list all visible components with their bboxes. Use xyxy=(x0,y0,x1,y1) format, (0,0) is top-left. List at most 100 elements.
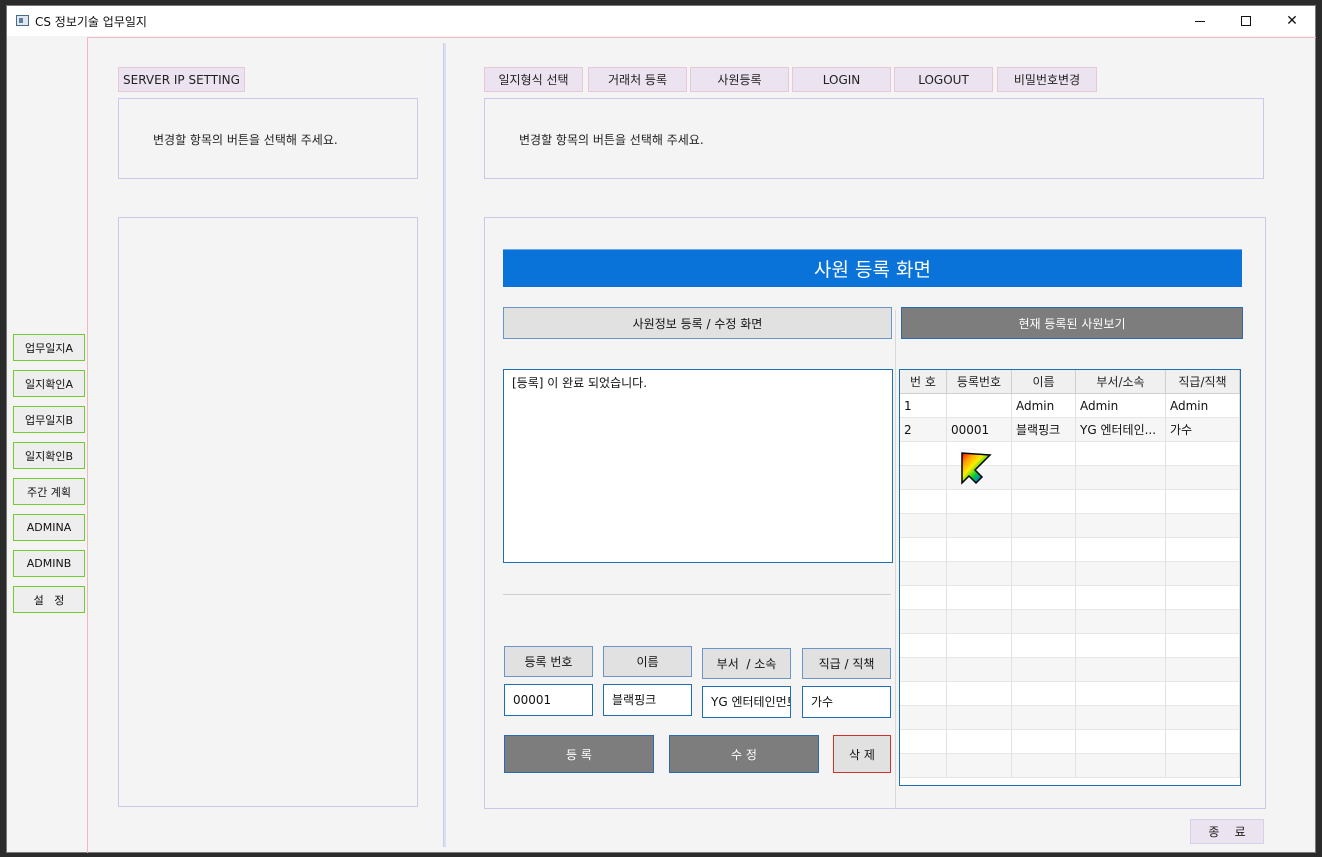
table-cell xyxy=(947,562,1012,585)
form-divider xyxy=(503,594,891,595)
table-cell xyxy=(1076,610,1166,633)
table-row[interactable] xyxy=(900,586,1240,610)
table-cell xyxy=(1076,634,1166,657)
sidebar-item-worklog-a[interactable]: 업무일지A xyxy=(13,334,85,361)
tab-employee-edit[interactable]: 사원정보 등록 / 수정 화면 xyxy=(503,307,892,339)
table-cell xyxy=(900,634,947,657)
table-cell xyxy=(1012,754,1076,777)
delete-button[interactable]: 삭 제 xyxy=(833,735,891,773)
left-empty-panel xyxy=(118,217,418,807)
table-row[interactable] xyxy=(900,490,1240,514)
table-row[interactable] xyxy=(900,562,1240,586)
menu-employee-register[interactable]: 사원등록 xyxy=(690,67,789,92)
table-cell xyxy=(1012,586,1076,609)
left-hint-text: 변경할 항목의 버튼을 선택해 주세요. xyxy=(153,133,338,147)
grid-col-name[interactable]: 이름 xyxy=(1012,370,1076,393)
table-cell xyxy=(1076,538,1166,561)
message-area[interactable]: [등록] 이 완료 되었습니다. xyxy=(503,369,893,563)
right-hint-text: 변경할 항목의 버튼을 선택해 주세요. xyxy=(519,133,704,147)
sidebar-item-worklog-b[interactable]: 업무일지B xyxy=(13,406,85,433)
table-cell xyxy=(1166,610,1240,633)
employee-banner: 사원 등록 화면 xyxy=(503,249,1242,287)
table-cell xyxy=(1076,706,1166,729)
table-cell: 1 xyxy=(900,394,947,417)
table-cell xyxy=(900,490,947,513)
title-bar[interactable]: CS 정보기술 업무일지 ✕ xyxy=(7,6,1315,36)
table-cell xyxy=(1166,682,1240,705)
register-button[interactable]: 등 록 xyxy=(504,735,654,773)
table-cell xyxy=(1076,586,1166,609)
table-cell: Admin xyxy=(1076,394,1166,417)
table-row[interactable] xyxy=(900,706,1240,730)
table-row[interactable] xyxy=(900,730,1240,754)
table-row[interactable] xyxy=(900,538,1240,562)
grid-col-dept[interactable]: 부서/소속 xyxy=(1076,370,1166,393)
maximize-button[interactable] xyxy=(1223,6,1269,36)
table-cell xyxy=(900,562,947,585)
modify-button[interactable]: 수 정 xyxy=(669,735,819,773)
tab-employee-view[interactable]: 현재 등록된 사원보기 xyxy=(901,307,1243,339)
table-cell xyxy=(1012,514,1076,537)
table-row[interactable] xyxy=(900,658,1240,682)
sidebar-item-logcheck-b[interactable]: 일지확인B xyxy=(13,442,85,469)
table-cell xyxy=(900,754,947,777)
exit-button[interactable]: 종 료 xyxy=(1190,819,1264,844)
table-cell xyxy=(1166,466,1240,489)
menu-client-register[interactable]: 거래처 등록 xyxy=(588,67,687,92)
sidebar-item-admina[interactable]: ADMINA xyxy=(13,514,85,541)
table-row[interactable] xyxy=(900,610,1240,634)
table-cell xyxy=(1012,538,1076,561)
table-cell: Admin xyxy=(1012,394,1076,417)
table-cell xyxy=(900,682,947,705)
employee-grid[interactable]: 번 호 등록번호 이름 부서/소속 직급/직책 1 Admin Admin Admin… xyxy=(899,369,1241,786)
menu-change-password[interactable]: 비밀번호변경 xyxy=(997,67,1097,92)
table-row[interactable] xyxy=(900,634,1240,658)
table-row[interactable]: 1 Admin Admin Admin xyxy=(900,394,1240,418)
table-cell xyxy=(1012,610,1076,633)
position-input[interactable]: 가수 xyxy=(802,686,891,718)
reg-no-input[interactable]: 00001 xyxy=(504,684,593,716)
minimize-button[interactable] xyxy=(1177,6,1223,36)
grid-col-position[interactable]: 직급/직책 xyxy=(1166,370,1240,393)
table-row[interactable]: 2 00001 블랙핑크 YG 엔터테인... 가수 xyxy=(900,418,1240,442)
table-row[interactable] xyxy=(900,466,1240,490)
grid-col-no[interactable]: 번 호 xyxy=(900,370,947,393)
table-row[interactable] xyxy=(900,754,1240,778)
table-cell xyxy=(947,754,1012,777)
table-cell xyxy=(947,706,1012,729)
table-row[interactable] xyxy=(900,514,1240,538)
table-cell xyxy=(947,730,1012,753)
table-cell xyxy=(1012,658,1076,681)
rainbow-cursor-icon xyxy=(961,452,992,485)
table-cell xyxy=(947,610,1012,633)
sidebar-item-logcheck-a[interactable]: 일지확인A xyxy=(13,370,85,397)
dept-label: 부서 / 소속 xyxy=(702,648,791,679)
menu-logout[interactable]: LOGOUT xyxy=(894,67,993,92)
menu-log-format[interactable]: 일지형식 선택 xyxy=(484,67,583,92)
table-cell: Admin xyxy=(1166,394,1240,417)
app-icon xyxy=(16,15,29,26)
table-cell xyxy=(947,682,1012,705)
table-cell xyxy=(1166,634,1240,657)
table-cell xyxy=(1076,682,1166,705)
close-button[interactable]: ✕ xyxy=(1269,6,1315,36)
table-cell xyxy=(900,538,947,561)
sidebar-item-adminb[interactable]: ADMINB xyxy=(13,550,85,577)
table-row[interactable] xyxy=(900,682,1240,706)
right-hint-panel: 변경할 항목의 버튼을 선택해 주세요. xyxy=(484,98,1264,179)
panel-splitter[interactable] xyxy=(443,43,446,847)
table-cell xyxy=(900,442,947,465)
table-cell: 2 xyxy=(900,418,947,441)
menu-login[interactable]: LOGIN xyxy=(792,67,891,92)
table-row[interactable] xyxy=(900,442,1240,466)
table-cell xyxy=(900,586,947,609)
table-cell xyxy=(1166,586,1240,609)
name-input[interactable]: 블랙핑크 xyxy=(603,684,692,716)
sidebar-item-weekly-plan[interactable]: 주간 계획 xyxy=(13,478,85,505)
grid-body: 1 Admin Admin Admin 2 00001 블랙핑크 YG 엔터테인... 가수 xyxy=(900,394,1240,778)
server-ip-setting-button[interactable]: SERVER IP SETTING xyxy=(118,67,245,92)
grid-col-reg-no[interactable]: 등록번호 xyxy=(947,370,1012,393)
sidebar-item-settings[interactable]: 설 정 xyxy=(13,586,85,613)
dept-input[interactable]: YG 엔터테인먼트 xyxy=(702,686,791,718)
table-cell: 가수 xyxy=(1166,418,1240,441)
